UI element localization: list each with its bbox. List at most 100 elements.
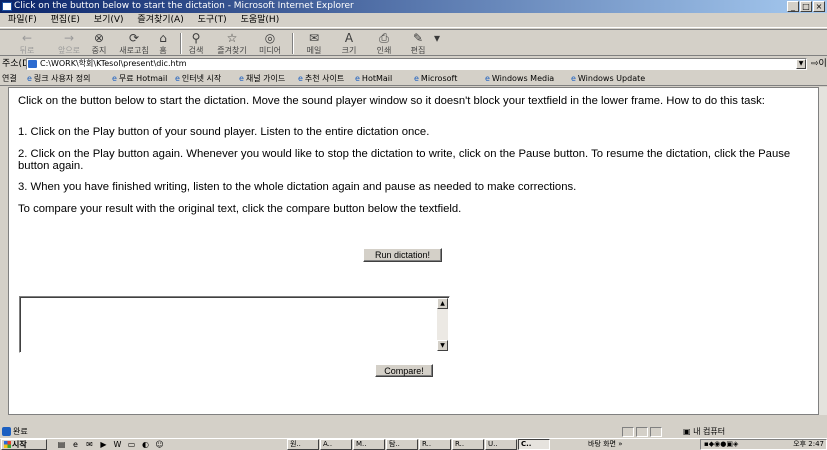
close-button[interactable]: ×	[813, 1, 825, 12]
link-label: 채널 가이드	[245, 74, 286, 83]
computer-icon: ▣	[683, 427, 694, 436]
task-button[interactable]: A..	[320, 439, 352, 450]
edit-button[interactable]: ✎ 편집	[407, 31, 429, 56]
ie-link-icon: e	[175, 74, 180, 83]
task-button[interactable]: R..	[452, 439, 484, 450]
task-button[interactable]: R..	[419, 439, 451, 450]
ie-link-icon: e	[571, 74, 576, 83]
edit-icon: ✎	[412, 31, 424, 45]
ie-link-icon: e	[298, 74, 303, 83]
page-status-icon	[2, 427, 11, 436]
quick-launch-folder-icon[interactable]: ▭	[126, 440, 137, 450]
link-item[interactable]: e 인터넷 시작	[175, 72, 221, 86]
link-label: 인터넷 시작	[181, 74, 222, 83]
step-3-text: 3. When you have finished writing, liste…	[18, 181, 577, 193]
task-button[interactable]: U..	[485, 439, 517, 450]
scroll-up-arrow[interactable]: ▲	[437, 298, 448, 309]
refresh-button[interactable]: ⟳ 새로고침	[116, 31, 152, 56]
size-button[interactable]: A 크기	[338, 31, 360, 56]
text-size-icon: A	[344, 31, 354, 45]
address-dropdown-button[interactable]: ▼	[796, 59, 806, 69]
refresh-label: 새로고침	[119, 46, 149, 55]
address-bar: 주소(D) C:\WORK\학회\KTesol\present\dic.htm …	[0, 57, 827, 71]
minimize-button[interactable]: _	[787, 1, 799, 12]
link-label: HotMail	[361, 74, 393, 83]
favorites-button[interactable]: ☆ 즐겨찾기	[212, 31, 252, 56]
ie-link-icon: e	[414, 74, 419, 83]
link-label: Microsoft	[420, 74, 458, 83]
link-label: 추천 사이트	[304, 74, 345, 83]
link-item[interactable]: e 링크 사용자 정의	[27, 72, 91, 86]
link-item[interactable]: e 추천 사이트	[298, 72, 344, 86]
desktop-toolbar[interactable]: 바탕 화면 »	[588, 439, 623, 450]
quick-launch-messenger-icon[interactable]: ☺	[154, 440, 165, 450]
title-bar[interactable]: Click on the button below to start the d…	[0, 0, 827, 13]
search-button[interactable]: ⚲ 검색	[186, 31, 206, 56]
forward-label: 앞으로	[57, 46, 81, 55]
link-label: Windows Update	[577, 74, 646, 83]
task-button[interactable]: 탐..	[386, 439, 418, 450]
go-button[interactable]: ⇨이동	[811, 57, 827, 71]
address-input[interactable]: C:\WORK\학회\KTesol\present\dic.htm ▼	[26, 58, 807, 70]
link-item[interactable]: e Windows Media	[485, 72, 554, 86]
scroll-down-arrow[interactable]: ▼	[437, 340, 448, 351]
quick-launch-word-icon[interactable]: W	[112, 440, 123, 450]
forward-arrow-icon: →	[63, 31, 75, 45]
link-item[interactable]: e 채널 가이드	[239, 72, 285, 86]
taskbar: 시작 ▤ e ✉ ▶ W ▭ ◐ ☺ 원.. A.. M.. 탐.. R.. R…	[0, 438, 827, 450]
print-icon: ⎙	[379, 31, 389, 45]
link-item[interactable]: e Microsoft	[414, 72, 457, 86]
home-button[interactable]: ⌂ 홈	[154, 31, 172, 56]
go-arrow-icon: ⇨	[811, 59, 819, 69]
task-button[interactable]: M..	[353, 439, 385, 450]
link-item[interactable]: e Windows Update	[571, 72, 645, 86]
home-label: 홈	[159, 46, 167, 55]
run-dictation-button[interactable]: Run dictation!	[363, 248, 442, 262]
menu-view[interactable]: 보기(V)	[94, 15, 124, 25]
stop-button[interactable]: ⊗ 중지	[88, 31, 110, 56]
favorites-icon: ☆	[226, 31, 238, 45]
tray-icons[interactable]: ▪◆◉●▣◈	[704, 440, 738, 449]
task-button[interactable]: 원..	[287, 439, 319, 450]
print-button[interactable]: ⎙ 인쇄	[373, 31, 395, 56]
menu-edit[interactable]: 편집(E)	[51, 15, 80, 25]
menu-tools[interactable]: 도구(T)	[198, 15, 227, 25]
quick-launch-ie-icon[interactable]: e	[70, 440, 81, 450]
ie-app-icon[interactable]	[2, 2, 12, 11]
menu-help[interactable]: 도움말(H)	[241, 15, 280, 25]
textarea-scrollbar[interactable]: ▲ ▼	[437, 298, 448, 351]
quick-launch-media-icon[interactable]: ▶	[98, 440, 109, 450]
stop-label: 중지	[91, 46, 107, 55]
toolbar-more-dropdown[interactable]: ▾	[432, 31, 442, 56]
status-pane	[622, 427, 634, 437]
link-item[interactable]: e 무료 Hotmail	[112, 72, 167, 86]
refresh-icon: ⟳	[128, 31, 140, 45]
compare-instructions: To compare your result with the original…	[18, 203, 462, 215]
compare-button[interactable]: Compare!	[375, 364, 433, 377]
status-pane	[636, 427, 648, 437]
quick-launch-outlook-icon[interactable]: ✉	[84, 440, 95, 450]
search-label: 검색	[188, 46, 204, 55]
maximize-button[interactable]: □	[800, 1, 812, 12]
menu-favorites[interactable]: 즐겨찾기(A)	[137, 15, 183, 25]
zone-label: 내 컴퓨터	[693, 427, 726, 436]
page-scrollbar[interactable]	[819, 87, 827, 415]
quick-launch-player-icon[interactable]: ◐	[140, 440, 151, 450]
chevron-down-icon: ▾	[433, 31, 441, 45]
link-item[interactable]: e HotMail	[355, 72, 392, 86]
start-button[interactable]: 시작	[1, 439, 47, 450]
task-button-active[interactable]: C..	[518, 439, 550, 450]
links-label: 연결	[2, 74, 17, 83]
dictation-textarea[interactable]: ▲ ▼	[19, 296, 450, 353]
standard-toolbar: ← 뒤로 → 앞으로 ⊗ 중지 ⟳ 새로고침 ⌂ 홈 ⚲ 검색 ☆ 즐겨찾기 ◎	[0, 29, 827, 56]
media-button[interactable]: ◎ 미디어	[255, 31, 285, 56]
ie-link-icon: e	[27, 74, 32, 83]
back-button[interactable]: ← 뒤로	[14, 31, 40, 56]
system-tray: ▪◆◉●▣◈ 오후 2:47	[700, 439, 827, 450]
menu-file[interactable]: 파일(F)	[8, 15, 37, 25]
print-label: 인쇄	[376, 46, 392, 55]
forward-button[interactable]: → 앞으로	[52, 31, 86, 56]
mail-button[interactable]: ✉ 메일	[303, 31, 325, 56]
status-bar: 완료 ▣ 내 컴퓨터	[0, 426, 827, 437]
quick-launch-desktop-icon[interactable]: ▤	[56, 440, 67, 450]
